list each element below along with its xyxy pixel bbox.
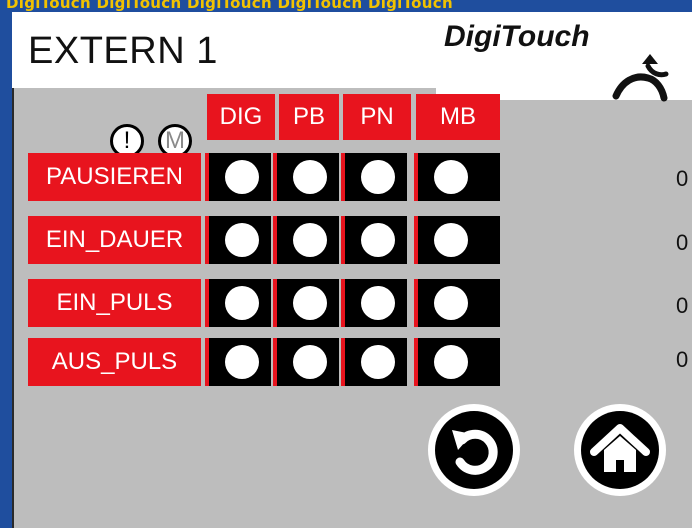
- toggle-ein-dauer-pn[interactable]: [341, 216, 407, 264]
- toggle-aus-puls-pb[interactable]: [273, 338, 339, 386]
- top-strip: DigiTouch DigiTouch DigiTouch DigiTouch …: [0, 0, 692, 12]
- toggle-ein-dauer-dig[interactable]: [205, 216, 271, 264]
- brand-logo: DigiTouch: [436, 12, 692, 102]
- row-label-aus-puls[interactable]: AUS_PULS: [28, 338, 201, 386]
- toggle-ein-puls-pn[interactable]: [341, 279, 407, 327]
- toggle-pausieren-dig[interactable]: [205, 153, 271, 201]
- column-header-dig: DIG: [207, 94, 275, 140]
- row-label-pausieren[interactable]: PAUSIEREN: [28, 153, 201, 201]
- toggle-pausieren-pb[interactable]: [273, 153, 339, 201]
- top-strip-text: DigiTouch DigiTouch DigiTouch DigiTouch …: [6, 0, 453, 12]
- toggle-ein-puls-pb[interactable]: [273, 279, 339, 327]
- column-header-mb: MB: [416, 94, 500, 140]
- toggle-ein-dauer-pb[interactable]: [273, 216, 339, 264]
- toggle-ein-puls-mb[interactable]: [414, 279, 500, 327]
- toggle-pausieren-pn[interactable]: [341, 153, 407, 201]
- back-icon: [452, 429, 498, 475]
- row-value-ein-dauer: 0: [676, 230, 689, 255]
- row-label-ein-dauer[interactable]: EIN_DAUER: [28, 216, 201, 264]
- toggle-ein-dauer-mb[interactable]: [414, 216, 500, 264]
- row-value-ein-puls: 0: [676, 293, 689, 318]
- page-title: EXTERN 1: [28, 30, 218, 72]
- row-value-pausieren: 0: [676, 166, 689, 191]
- back-button[interactable]: [428, 404, 520, 496]
- column-header-pn: PN: [343, 94, 411, 140]
- toggle-aus-puls-pn[interactable]: [341, 338, 407, 386]
- logo-text: DigiTouch: [444, 20, 590, 53]
- home-icon: [590, 424, 650, 472]
- toggle-aus-puls-mb[interactable]: [414, 338, 500, 386]
- home-button[interactable]: [574, 404, 666, 496]
- row-label-ein-puls[interactable]: EIN_PULS: [28, 279, 201, 327]
- row-value-aus-puls: 0: [676, 347, 689, 372]
- title-bar: EXTERN 1: [12, 12, 436, 88]
- logo-hand-icon: [612, 54, 669, 102]
- toggle-ein-puls-dig[interactable]: [205, 279, 271, 327]
- column-header-pb: PB: [279, 94, 339, 140]
- toggle-aus-puls-dig[interactable]: [205, 338, 271, 386]
- toggle-pausieren-mb[interactable]: [414, 153, 500, 201]
